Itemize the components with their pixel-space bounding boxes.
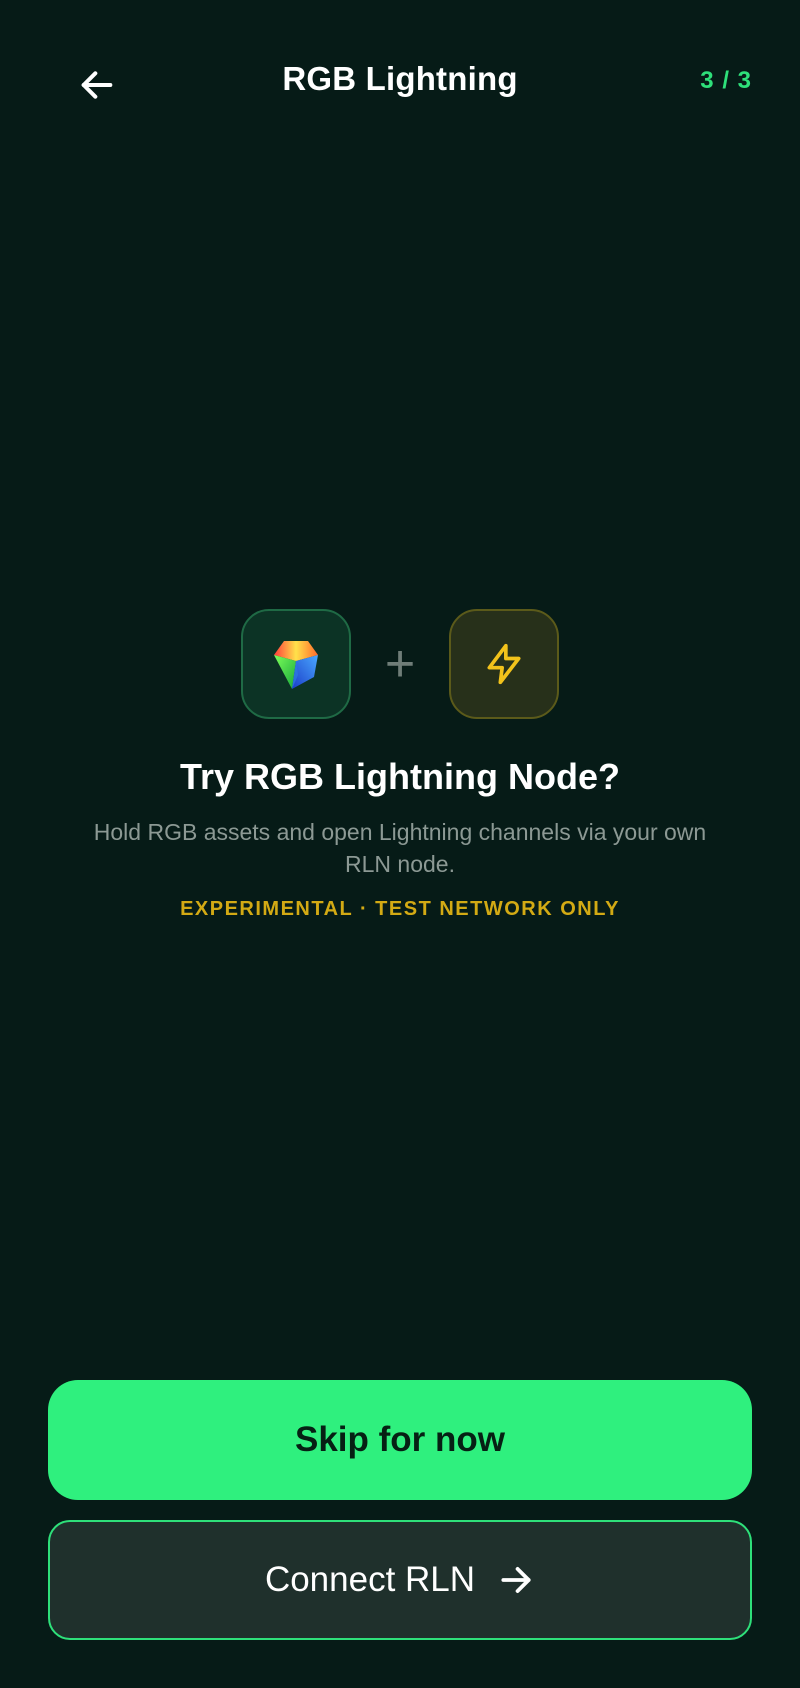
page-title: RGB Lightning <box>282 60 518 97</box>
lightning-bolt-icon <box>487 643 521 685</box>
top-bar: RGB Lightning 3 / 3 <box>0 0 800 170</box>
skip-button-label: Skip for now <box>295 1420 505 1459</box>
step-indicator: 3 / 3 <box>700 67 752 94</box>
connect-rln-button[interactable]: Connect RLN <box>48 1520 752 1640</box>
lightning-tile <box>449 609 559 719</box>
arrow-right-icon <box>497 1561 535 1599</box>
description: Hold RGB assets and open Lightning chann… <box>93 819 707 877</box>
rgb-gem-icon <box>274 641 318 689</box>
skip-button[interactable]: Skip for now <box>48 1380 752 1500</box>
connect-button-label: Connect RLN <box>264 1560 476 1599</box>
headline: Try RGB Lightning Node? <box>180 756 620 797</box>
rgb-tile <box>241 609 351 719</box>
rgb-lightning-screen: RGB Lightning 3 / 3 + Try RGB Lightning … <box>0 0 800 1688</box>
plus-symbol: + <box>384 635 416 693</box>
experimental-badge: EXPERIMENTAL · TEST NETWORK ONLY <box>180 898 620 920</box>
feature-icons: + <box>0 608 800 720</box>
